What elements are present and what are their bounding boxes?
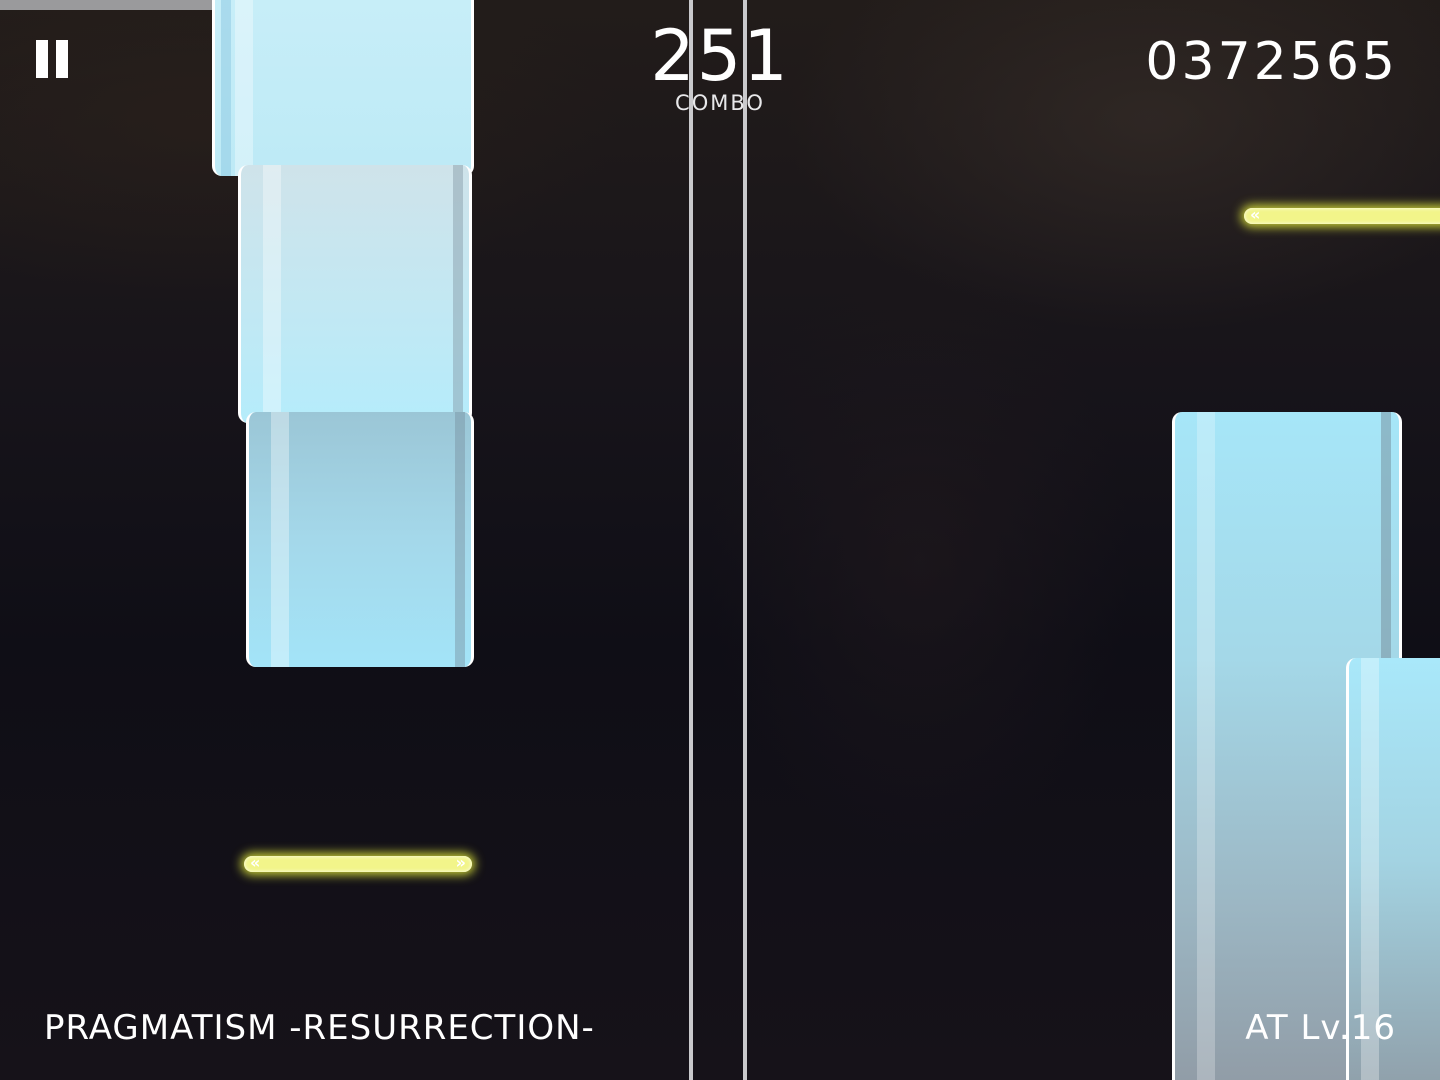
flick-note[interactable]: « » [244,853,472,872]
flick-left-arrow-icon: « [1250,205,1261,224]
note-shade [221,0,231,176]
note-shade [455,412,465,667]
hold-note[interactable] [212,0,474,176]
flick-right-arrow-icon: » [455,853,466,872]
note-highlight [235,0,253,176]
difficulty-level: AT Lv.16 [1245,1008,1396,1048]
lane-divider-left [689,0,693,1080]
note-highlight [1197,412,1215,1080]
flick-left-arrow-icon: « [250,853,261,872]
combo-label: COMBO [675,91,765,115]
song-title: PRAGMATISM -RESURRECTION- [44,1008,595,1048]
flick-note[interactable]: « [1244,205,1440,224]
hold-note[interactable] [246,412,474,667]
game-stage[interactable]: « » « 251 COMBO 0372565 PRAGMATISM -RESU… [0,0,1440,1080]
lane-divider-right [743,0,747,1080]
pause-button[interactable] [34,40,72,80]
score-display: 0372565 [1145,32,1398,92]
note-highlight [263,165,281,423]
combo-counter: 251 [650,15,790,97]
note-shade [453,165,463,423]
note-highlight [271,412,289,667]
hold-note[interactable] [238,165,472,423]
